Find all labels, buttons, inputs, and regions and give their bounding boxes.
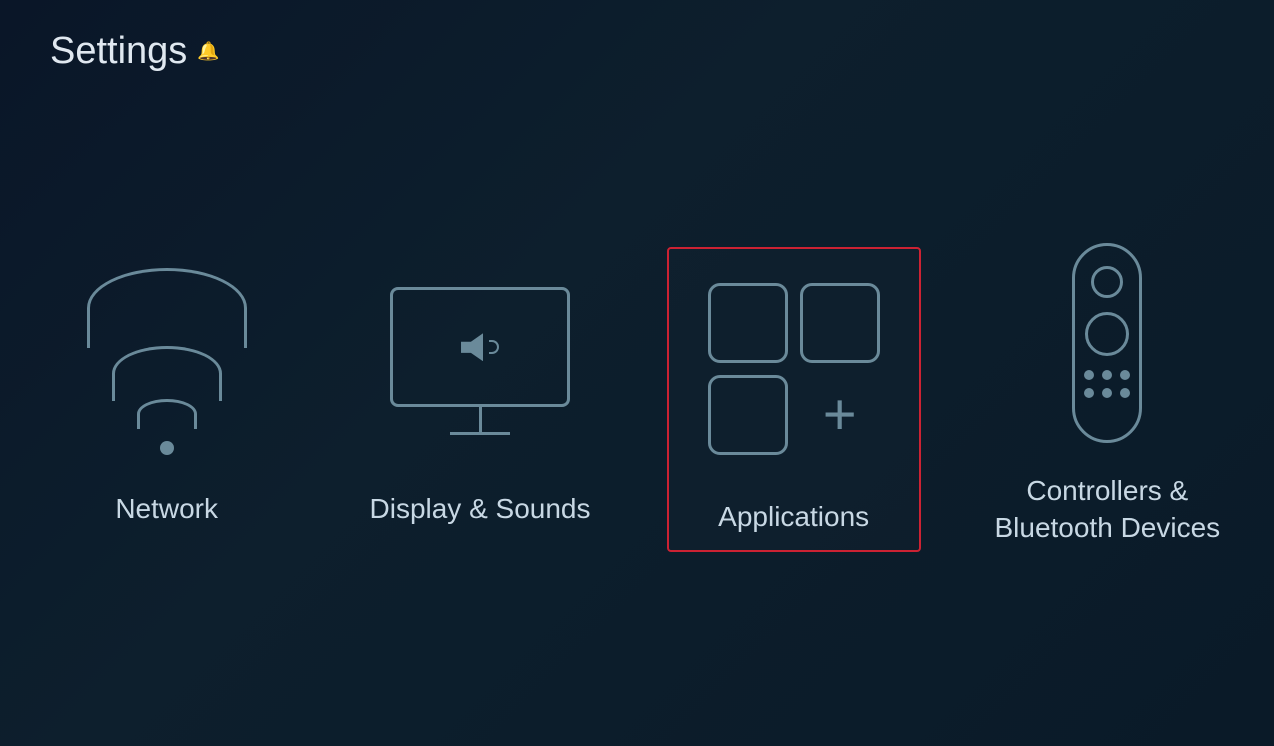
controllers-label: Controllers & Bluetooth Devices [981, 453, 1234, 566]
speaker-wave [489, 340, 499, 354]
controllers-icon-container [981, 233, 1234, 453]
app-plus: + [800, 375, 880, 455]
remote-top-button [1091, 266, 1123, 298]
speaker-body [461, 333, 483, 361]
monitor-stand [479, 407, 482, 432]
monitor-icon [390, 287, 570, 435]
remote-dot-5 [1102, 388, 1112, 398]
remote-dot-6 [1120, 388, 1130, 398]
settings-item-applications[interactable]: + Applications [667, 247, 921, 551]
remote-dots-grid [1084, 370, 1130, 398]
settings-grid: Network Display & Sounds [0, 93, 1274, 746]
applications-label: Applications [708, 479, 879, 549]
app-square-3 [708, 375, 788, 455]
wifi-arc-small [137, 399, 197, 429]
applications-icon-container: + [679, 259, 909, 479]
app-square-1 [708, 283, 788, 363]
header: Settings 🔔 [0, 0, 1274, 93]
settings-item-controllers[interactable]: Controllers & Bluetooth Devices [981, 233, 1234, 566]
wifi-icon [87, 268, 247, 455]
remote-dot-4 [1084, 388, 1094, 398]
remote-body [1072, 243, 1142, 443]
remote-dot-1 [1084, 370, 1094, 380]
remote-dot-3 [1120, 370, 1130, 380]
speaker-waves [489, 340, 499, 354]
monitor-base [450, 432, 510, 435]
settings-item-display-sounds[interactable]: Display & Sounds [353, 251, 606, 547]
bell-icon: 🔔 [197, 41, 219, 62]
network-icon-container [40, 251, 293, 471]
monitor-screen [390, 287, 570, 407]
settings-item-network[interactable]: Network [40, 251, 293, 547]
speaker-icon [461, 333, 499, 361]
display-sounds-label: Display & Sounds [360, 471, 601, 547]
app-square-2 [800, 283, 880, 363]
plus-symbol: + [823, 386, 857, 444]
wifi-arc-large [87, 268, 247, 348]
network-label: Network [105, 471, 228, 547]
wifi-dot [160, 441, 174, 455]
remote-icon [1072, 243, 1142, 443]
title-text: Settings [50, 30, 187, 73]
page-title: Settings 🔔 [50, 30, 1224, 73]
apps-icon: + [693, 268, 895, 470]
remote-dot-2 [1102, 370, 1112, 380]
display-sounds-icon-container [353, 251, 606, 471]
wifi-arc-medium [112, 346, 222, 401]
remote-circle-button [1085, 312, 1129, 356]
